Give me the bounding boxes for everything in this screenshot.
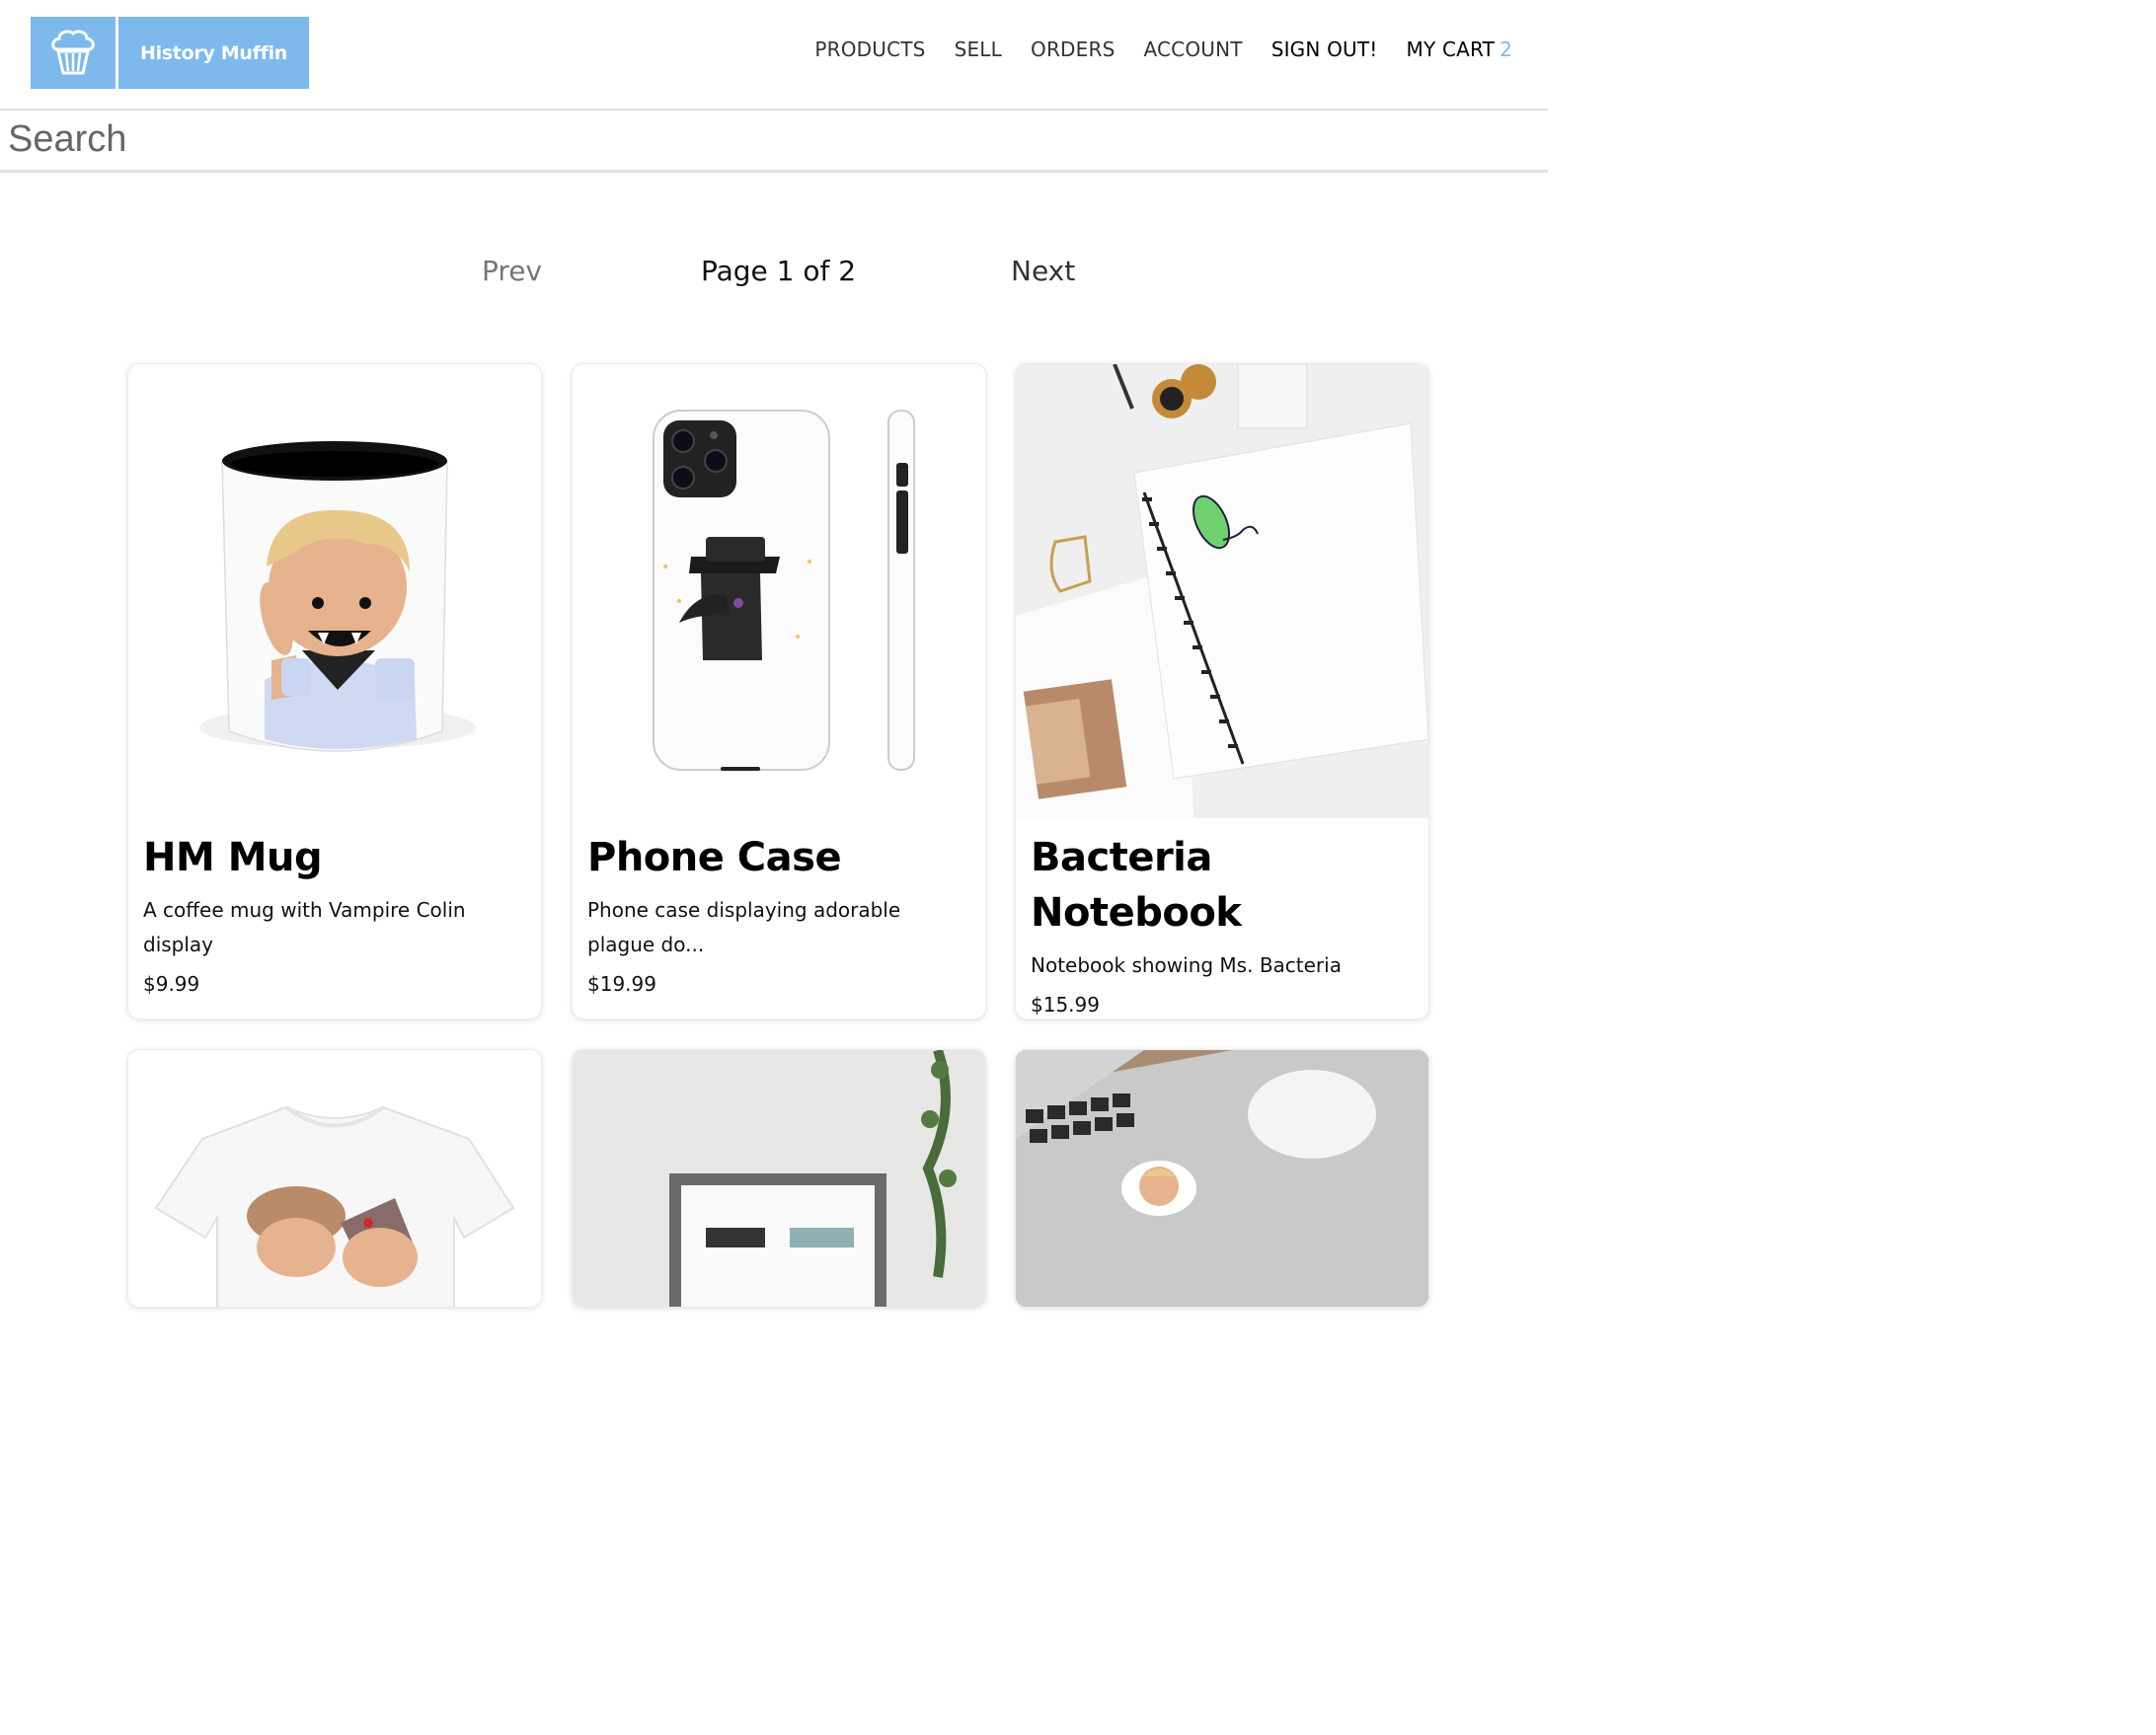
product-card[interactable]: Bacteria Notebook Notebook showing Ms. B…: [1015, 363, 1429, 1019]
page-indicator: Page 1 of 2: [701, 255, 857, 287]
product-price: $9.99: [143, 972, 200, 996]
product-card[interactable]: [127, 1049, 542, 1308]
next-page-button[interactable]: Next: [1011, 255, 1075, 287]
product-image-bacteria-notebook: [1016, 364, 1428, 818]
nav-sign-out[interactable]: SIGN OUT!: [1271, 38, 1378, 61]
header: History Muffin PRODUCTS SELL ORDERS ACCO…: [0, 0, 1548, 111]
product-description: A coffee mug with Vampire Colin display: [143, 898, 466, 956]
product-card[interactable]: HM Mug A coffee mug with Vampire Colin d…: [127, 363, 542, 1019]
product-title[interactable]: HM Mug: [143, 830, 529, 885]
product-card[interactable]: [572, 1049, 986, 1308]
card-body: Bacteria Notebook Notebook showing Ms. B…: [1031, 830, 1417, 1018]
product-image-tshirt: [128, 1050, 541, 1307]
cart-count-badge: 2: [1500, 38, 1512, 61]
pagination: Prev Page 1 of 2 Next: [0, 255, 1548, 294]
brand-logo[interactable]: History Muffin: [118, 17, 309, 89]
nav-my-cart[interactable]: MY CART 2: [1407, 38, 1512, 61]
prev-page-button[interactable]: Prev: [482, 255, 542, 287]
product-price: $19.99: [587, 972, 656, 996]
main-nav: PRODUCTS SELL ORDERS ACCOUNT SIGN OUT! M…: [814, 38, 1512, 61]
product-card[interactable]: [1015, 1049, 1429, 1308]
nav-orders[interactable]: ORDERS: [1031, 38, 1115, 61]
product-price: $15.99: [1031, 993, 1100, 1017]
nav-account[interactable]: ACCOUNT: [1143, 38, 1242, 61]
brand-name: History Muffin: [139, 41, 288, 64]
product-title[interactable]: Bacteria Notebook: [1031, 830, 1417, 941]
product-image-framed-print: [573, 1050, 985, 1307]
search-input[interactable]: [0, 111, 1556, 168]
nav-sell[interactable]: SELL: [955, 38, 1002, 61]
muffin-icon: [51, 29, 95, 74]
logo-icon-button[interactable]: [31, 17, 116, 89]
nav-products[interactable]: PRODUCTS: [814, 38, 925, 61]
product-card[interactable]: Phone Case Phone case displaying adorabl…: [572, 363, 986, 1019]
product-title[interactable]: Phone Case: [587, 830, 973, 885]
product-description: Notebook showing Ms. Bacteria: [1031, 953, 1342, 977]
cart-label: MY CART: [1406, 38, 1496, 61]
product-image-mug: [128, 364, 541, 818]
product-description: Phone case displaying adorable plague do…: [587, 898, 901, 956]
card-body: HM Mug A coffee mug with Vampire Colin d…: [143, 830, 529, 1002]
product-image-phone-case: [573, 364, 985, 818]
search-bar: [0, 111, 1556, 173]
product-image-laptop-sticker: [1016, 1050, 1428, 1307]
card-body: Phone Case Phone case displaying adorabl…: [587, 830, 973, 1002]
